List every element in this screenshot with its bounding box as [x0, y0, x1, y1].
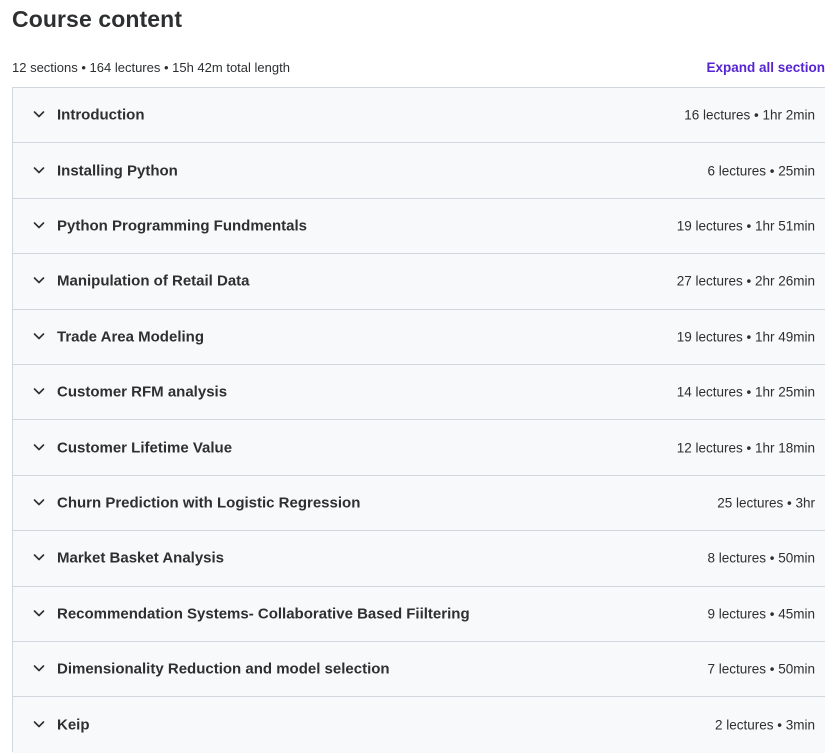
section-header[interactable]: Customer RFM analysis 14 lectures • 1hr … — [13, 364, 825, 421]
chevron-down-icon — [33, 274, 45, 286]
section-lectures-duration: 27 lectures • 2hr 26min — [676, 273, 815, 289]
section-lectures-duration: 16 lectures • 1hr 2min — [684, 107, 815, 123]
chevron-down-icon — [33, 108, 45, 120]
chevron-down-icon — [33, 718, 45, 730]
section-title: Recommendation Systems- Collaborative Ba… — [57, 605, 470, 623]
course-content-panel: Course content 12 sections • 164 lecture… — [0, 0, 825, 753]
section-lectures-duration: 7 lectures • 50min — [707, 661, 815, 677]
section-title: Introduction — [57, 106, 145, 124]
section-lectures-duration: 19 lectures • 1hr 51min — [676, 218, 815, 234]
section-title: Python Programming Fundmentals — [57, 217, 308, 235]
section-lectures-duration: 12 lectures • 1hr 18min — [676, 440, 815, 456]
section-title: Manipulation of Retail Data — [57, 272, 250, 290]
section-lectures-duration: 19 lectures • 1hr 49min — [676, 329, 815, 345]
chevron-down-icon — [33, 551, 45, 563]
sections-list: Introduction 16 lectures • 1hr 2min Inst… — [12, 87, 825, 753]
section-title: Customer Lifetime Value — [57, 439, 233, 457]
chevron-down-icon — [33, 662, 45, 674]
section-header[interactable]: Churn Prediction with Logistic Regressio… — [13, 475, 825, 532]
chevron-down-icon — [33, 441, 45, 453]
section-header[interactable]: Customer Lifetime Value 12 lectures • 1h… — [13, 420, 825, 476]
chevron-down-icon — [33, 607, 45, 619]
section-title: Customer RFM analysis — [57, 383, 228, 401]
section-title: Market Basket Analysis — [57, 549, 225, 567]
chevron-down-icon — [33, 385, 45, 397]
section-lectures-duration: 2 lectures • 3min — [714, 717, 815, 733]
section-title: Trade Area Modeling — [57, 328, 204, 346]
section-header[interactable]: Installing Python 6 lectures • 25min — [13, 143, 825, 199]
section-lectures-duration: 6 lectures • 25min — [707, 163, 815, 179]
section-header[interactable]: Recommendation Systems- Collaborative Ba… — [13, 586, 825, 642]
section-lectures-duration: 14 lectures • 1hr 25min — [676, 384, 815, 400]
expand-all-sections-button[interactable]: Expand all section — [706, 58, 825, 78]
course-summary-row: 12 sections • 164 lectures • 15h 42m tot… — [12, 58, 825, 78]
course-summary: 12 sections • 164 lectures • 15h 42m tot… — [12, 60, 290, 75]
section-title: Churn Prediction with Logistic Regressio… — [57, 494, 361, 512]
chevron-down-icon — [33, 496, 45, 508]
section-header[interactable]: Python Programming Fundmentals 19 lectur… — [13, 198, 825, 255]
section-header[interactable]: Keip 2 lectures • 3min — [13, 697, 825, 753]
section-header[interactable]: Manipulation of Retail Data 27 lectures … — [13, 254, 825, 310]
section-lectures-duration: 8 lectures • 50min — [707, 550, 815, 566]
section-lectures-duration: 25 lectures • 3hr — [717, 495, 815, 511]
section-lectures-duration: 9 lectures • 45min — [707, 606, 815, 622]
page-title: Course content — [12, 6, 183, 32]
section-header[interactable]: Dimensionality Reduction and model selec… — [13, 641, 825, 698]
section-title: Dimensionality Reduction and model selec… — [57, 660, 390, 678]
section-title: Installing Python — [57, 162, 178, 180]
section-title: Keip — [57, 716, 90, 734]
chevron-down-icon — [33, 164, 45, 176]
section-header[interactable]: Market Basket Analysis 8 lectures • 50mi… — [13, 531, 825, 587]
chevron-down-icon — [33, 330, 45, 342]
section-header[interactable]: Trade Area Modeling 19 lectures • 1hr 49… — [13, 309, 825, 365]
chevron-down-icon — [33, 219, 45, 231]
section-header[interactable]: Introduction 16 lectures • 1hr 2min — [13, 88, 825, 144]
